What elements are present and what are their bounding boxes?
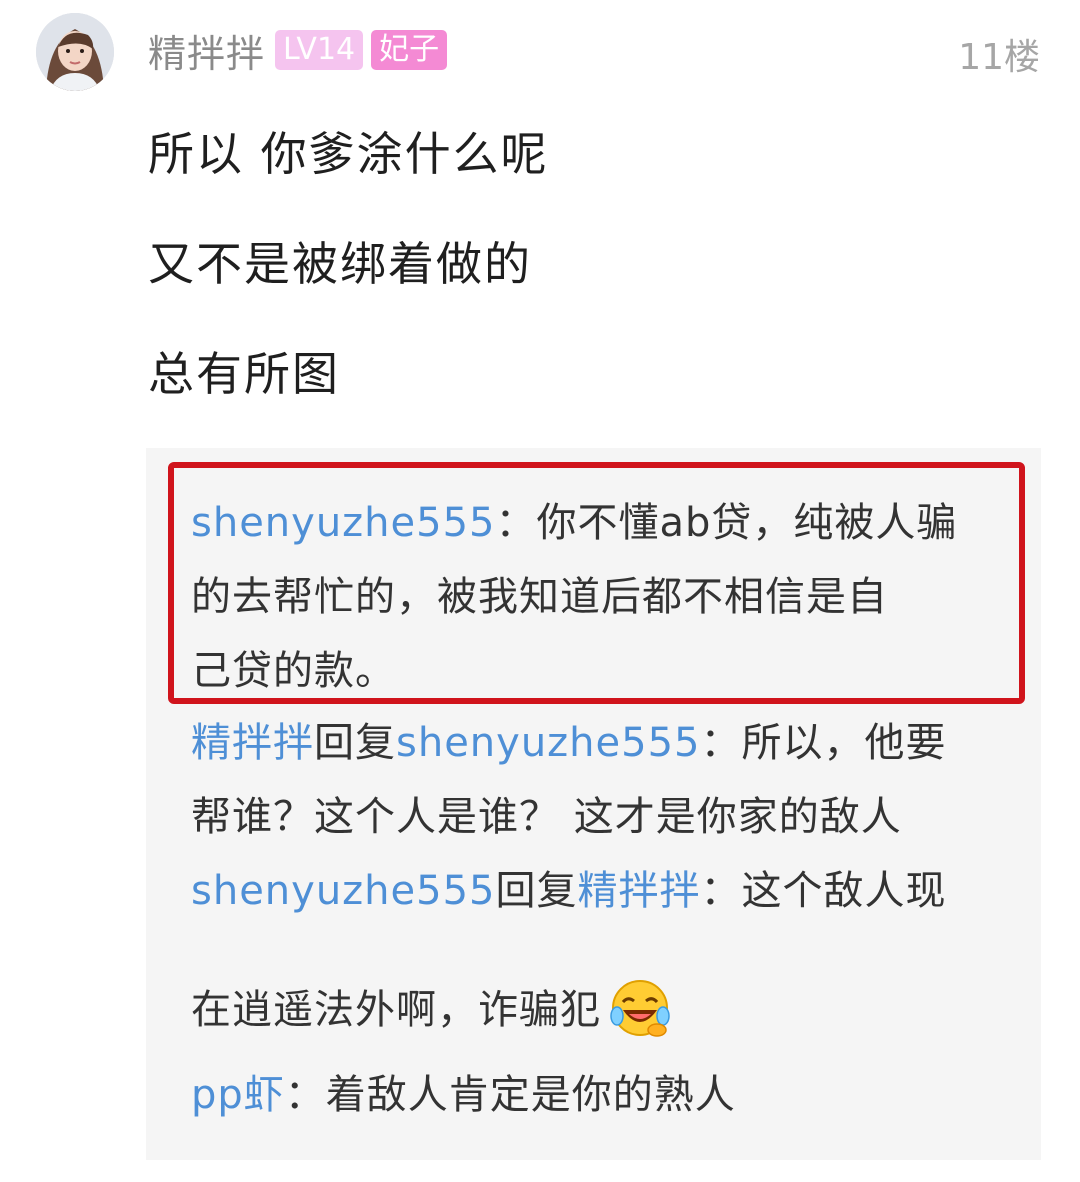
post-username[interactable]: 精拌拌	[148, 23, 265, 78]
reply-text: 着敌人肯定是你的熟人	[325, 1072, 736, 1118]
avatar-image	[36, 13, 114, 91]
reply-text: 所以，他要	[741, 720, 947, 766]
reply-author[interactable]: shenyuzhe555	[191, 868, 495, 914]
reply-target[interactable]: shenyuzhe555	[396, 720, 700, 766]
reply-text: 帮谁？这个人是谁？ 这才是你家的敌人	[191, 794, 902, 840]
reply-separator: ：	[284, 1072, 326, 1118]
post-header: 精拌拌 LV14 妃子	[148, 26, 448, 76]
reply-target[interactable]: 精拌拌	[577, 868, 700, 914]
reply-item[interactable]: shenyuzhe555回复精拌拌：这个敌人现 在逍遥法外啊，诈骗犯	[191, 854, 1006, 1062]
reply-text: 这个敌人现	[741, 868, 947, 914]
reply-item[interactable]: 精拌拌回复shenyuzhe555：所以，他要 帮谁？这个人是谁？ 这才是你家的…	[191, 706, 1006, 854]
reply-list: shenyuzhe555：你不懂ab贷，纯被人骗 的去帮忙的，被我知道后都不相信…	[146, 448, 1041, 1160]
reply-text: 己贷的款。	[191, 648, 396, 694]
laughing-tears-emoji-icon	[610, 980, 670, 1037]
reply-word: 回复	[314, 720, 396, 766]
reply-item[interactable]: pp虾：着敌人肯定是你的熟人	[191, 1058, 1006, 1132]
reply-separator: ：	[495, 500, 537, 546]
post-content-line: 总有所图	[148, 347, 340, 401]
reply-word: 回复	[495, 868, 578, 914]
reply-item[interactable]: shenyuzhe555：你不懂ab贷，纯被人骗 的去帮忙的，被我知道后都不相信…	[191, 486, 1006, 708]
post-content-line: 所以 你爹涂什么呢	[148, 127, 549, 181]
reply-text: 的去帮忙的，被我知道后都不相信是自	[191, 574, 888, 620]
reply-text: 你不懂ab贷，纯被人骗	[536, 500, 958, 546]
reply-author[interactable]: shenyuzhe555	[191, 500, 495, 546]
reply-text: 在逍遥法外啊，诈骗犯	[191, 987, 601, 1033]
title-badge: 妃子	[371, 30, 448, 70]
post-content-line: 又不是被绑着做的	[148, 237, 532, 291]
reply-separator: ：	[700, 720, 742, 766]
reply-author[interactable]: 精拌拌	[191, 720, 314, 766]
reply-author[interactable]: pp虾	[191, 1072, 285, 1118]
avatar[interactable]	[36, 13, 114, 91]
level-badge: LV14	[275, 30, 364, 70]
reply-separator: ：	[700, 868, 742, 914]
floor-number: 11楼	[958, 37, 1040, 78]
